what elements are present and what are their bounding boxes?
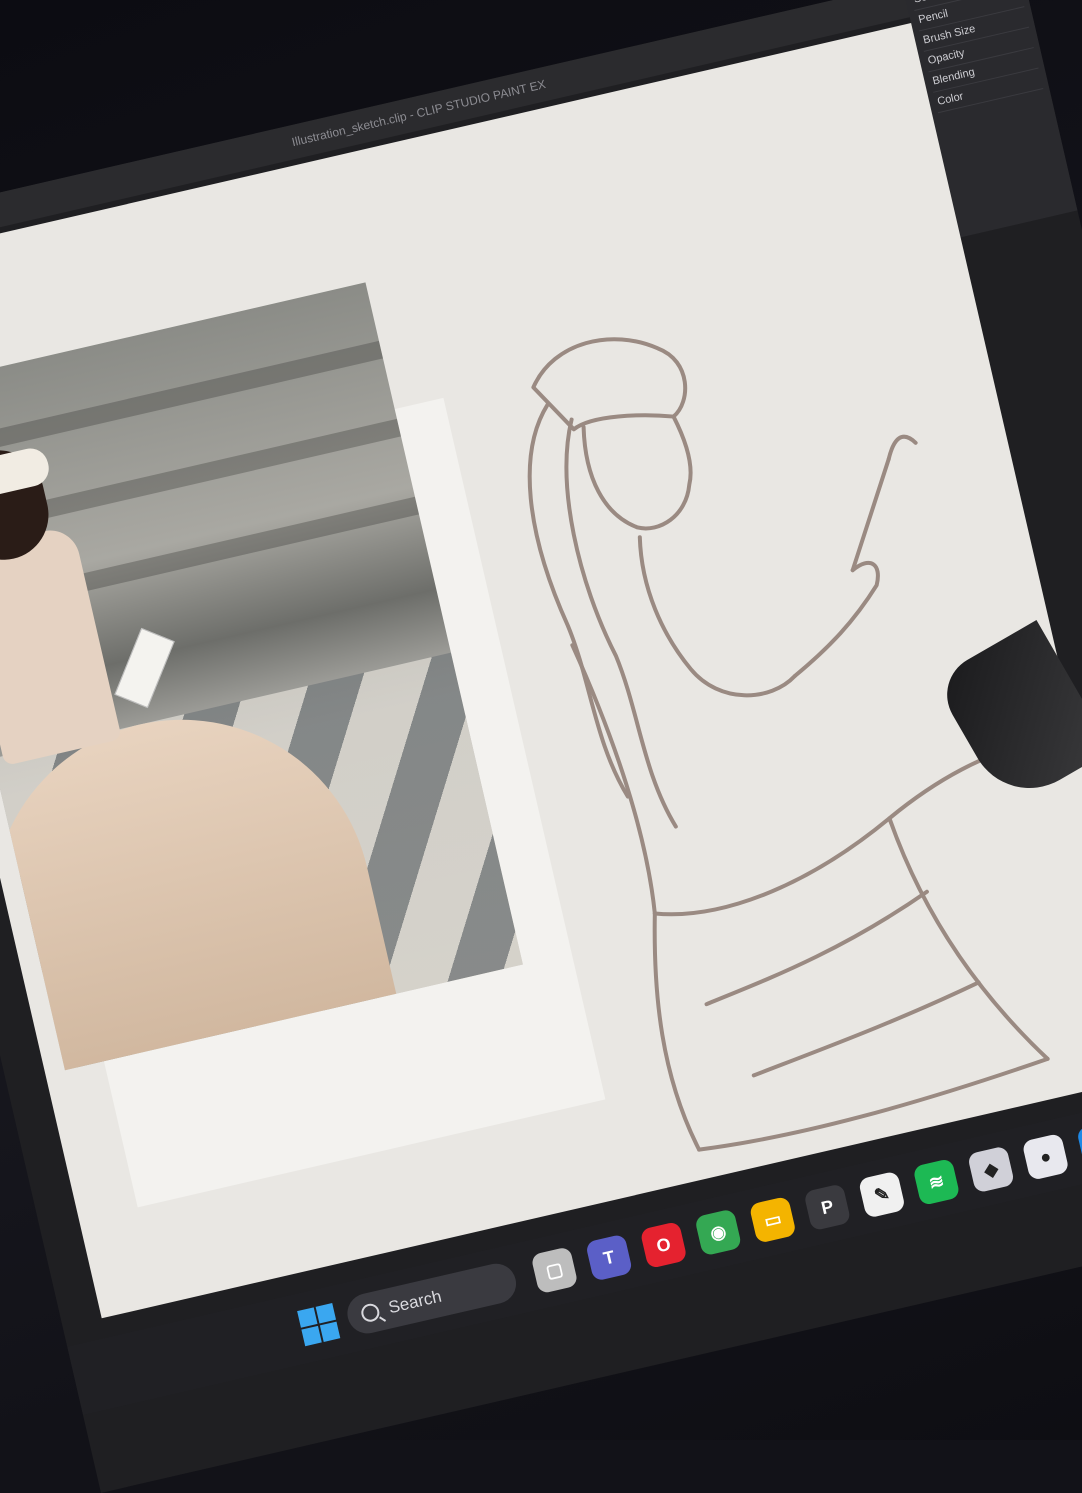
sketch-hand — [792, 560, 880, 678]
task-view-app-icon[interactable]: ▢ — [530, 1246, 579, 1295]
sketch-headscarf — [531, 337, 688, 432]
screen: Illustration_sketch.clip - CLIP STUDIO P… — [0, 0, 1082, 1493]
windows-start-icon[interactable] — [295, 1302, 341, 1349]
white-app-app-icon[interactable]: ● — [1021, 1132, 1070, 1181]
opera-app-icon[interactable]: O — [639, 1221, 688, 1270]
sketch-lap — [652, 745, 1019, 917]
photo-body — [0, 524, 122, 766]
sketch-face — [581, 414, 693, 531]
clip-studio-paint-app-icon[interactable]: ✎ — [857, 1170, 906, 1219]
clip-studio-app-icon[interactable]: P — [803, 1183, 852, 1232]
sketch-pen — [850, 457, 891, 573]
sketch-arm — [637, 535, 797, 698]
sketch-skirt-fold — [704, 889, 929, 1007]
sketch-pen-tip — [886, 434, 918, 462]
sketch-skirt-left — [652, 911, 702, 1152]
fox-app-app-icon[interactable]: ◆ — [967, 1145, 1016, 1194]
mail-app-icon[interactable]: ✉ — [1076, 1120, 1082, 1169]
chrome-app-icon[interactable]: ◉ — [694, 1208, 743, 1257]
sketch-skirt-right — [887, 816, 1050, 1061]
file-explorer-app-icon[interactable]: ▭ — [748, 1195, 797, 1244]
taskbar-search[interactable]: Search — [343, 1259, 521, 1338]
sketch-skirt-fold — [751, 980, 981, 1078]
drawing-canvas[interactable] — [0, 23, 1082, 1319]
photo-notebook — [114, 627, 175, 709]
search-icon — [359, 1301, 382, 1324]
spotify-app-icon[interactable]: ≋ — [912, 1158, 961, 1207]
search-label: Search — [386, 1286, 444, 1318]
sketch-hair-left — [527, 402, 630, 799]
teams-app-icon[interactable]: T — [585, 1233, 634, 1282]
